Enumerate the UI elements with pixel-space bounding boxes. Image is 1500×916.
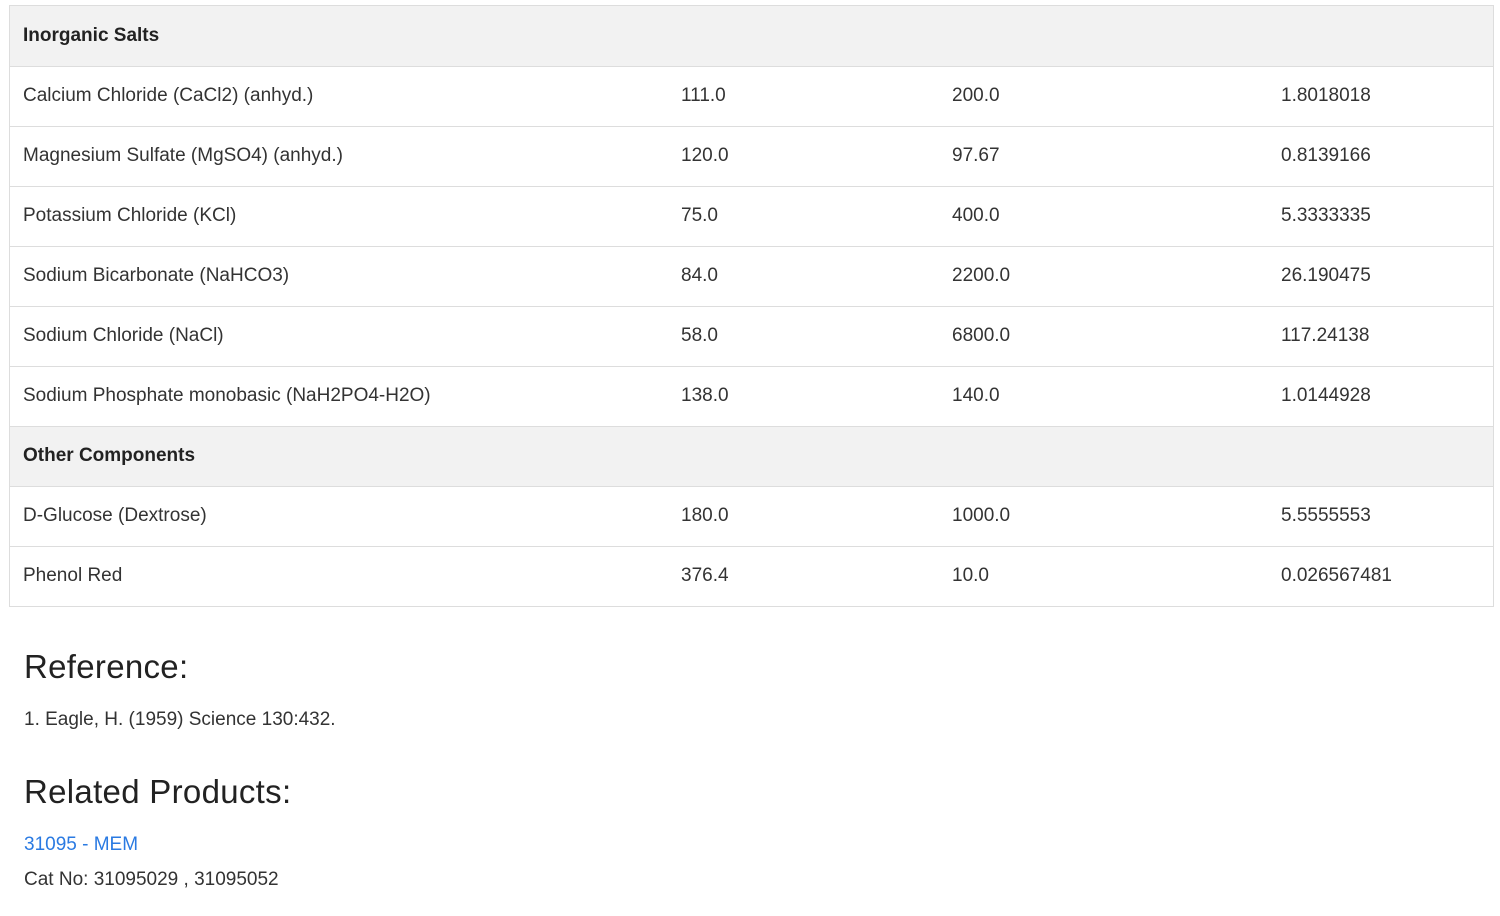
component-name: Sodium Chloride (NaCl)	[10, 305, 668, 366]
component-name: Sodium Bicarbonate (NaHCO3)	[10, 245, 668, 306]
molarity: 0.026567481	[1272, 545, 1493, 606]
concentration: 400.0	[943, 185, 1272, 246]
reference-heading: Reference:	[24, 648, 189, 685]
table-row: Calcium Chloride (CaCl2) (anhyd.) 111.0 …	[10, 65, 1493, 126]
table-row: Magnesium Sulfate (MgSO4) (anhyd.) 120.0…	[10, 125, 1493, 186]
molarity: 5.5555553	[1272, 485, 1493, 546]
molarity: 1.8018018	[1272, 65, 1493, 126]
formulation-table: Inorganic Salts Calcium Chloride (CaCl2)…	[9, 5, 1494, 607]
table-row: Sodium Phosphate monobasic (NaH2PO4-H2O)…	[10, 365, 1493, 426]
molarity: 5.3333335	[1272, 185, 1493, 246]
molarity: 1.0144928	[1272, 365, 1493, 426]
molarity: 26.190475	[1272, 245, 1493, 306]
related-products-section: Related Products:	[24, 773, 291, 811]
concentration: 140.0	[943, 365, 1272, 426]
concentration: 97.67	[943, 125, 1272, 186]
component-name: Potassium Chloride (KCl)	[10, 185, 668, 246]
concentration: 200.0	[943, 65, 1272, 126]
concentration: 1000.0	[943, 485, 1272, 546]
molarity: 0.8139166	[1272, 125, 1493, 186]
related-product-item: 31095 - MEM	[24, 834, 138, 856]
group-row: Other Components	[10, 425, 1493, 486]
molarity: 117.24138	[1272, 305, 1493, 366]
cat-no-text: Cat No: 31095029 , 31095052	[24, 869, 279, 890]
component-name: Calcium Chloride (CaCl2) (anhyd.)	[10, 65, 668, 126]
group-row: Inorganic Salts	[10, 6, 1493, 66]
molecular-weight: 111.0	[668, 65, 943, 126]
table-row: Sodium Bicarbonate (NaHCO3) 84.0 2200.0 …	[10, 245, 1493, 306]
component-name: Sodium Phosphate monobasic (NaH2PO4-H2O)	[10, 365, 668, 426]
molecular-weight: 75.0	[668, 185, 943, 246]
concentration: 2200.0	[943, 245, 1272, 306]
molecular-weight: 180.0	[668, 485, 943, 546]
reference-section: Reference:	[24, 648, 188, 686]
molecular-weight: 58.0	[668, 305, 943, 366]
group-label: Inorganic Salts	[10, 6, 1493, 66]
concentration: 10.0	[943, 545, 1272, 606]
table-row: Potassium Chloride (KCl) 75.0 400.0 5.33…	[10, 185, 1493, 246]
molecular-weight: 138.0	[668, 365, 943, 426]
group-label: Other Components	[10, 425, 1493, 486]
related-products-heading: Related Products:	[24, 773, 292, 810]
product-link-mem[interactable]: 31095 - MEM	[24, 834, 138, 855]
molecular-weight: 84.0	[668, 245, 943, 306]
component-name: Magnesium Sulfate (MgSO4) (anhyd.)	[10, 125, 668, 186]
molecular-weight: 376.4	[668, 545, 943, 606]
table-row: Sodium Chloride (NaCl) 58.0 6800.0 117.2…	[10, 305, 1493, 366]
concentration: 6800.0	[943, 305, 1272, 366]
table-row: D-Glucose (Dextrose) 180.0 1000.0 5.5555…	[10, 485, 1493, 546]
reference-item: 1. Eagle, H. (1959) Science 130:432.	[24, 709, 336, 730]
table-row: Phenol Red 376.4 10.0 0.026567481	[10, 545, 1493, 606]
component-name: Phenol Red	[10, 545, 668, 606]
component-name: D-Glucose (Dextrose)	[10, 485, 668, 546]
molecular-weight: 120.0	[668, 125, 943, 186]
